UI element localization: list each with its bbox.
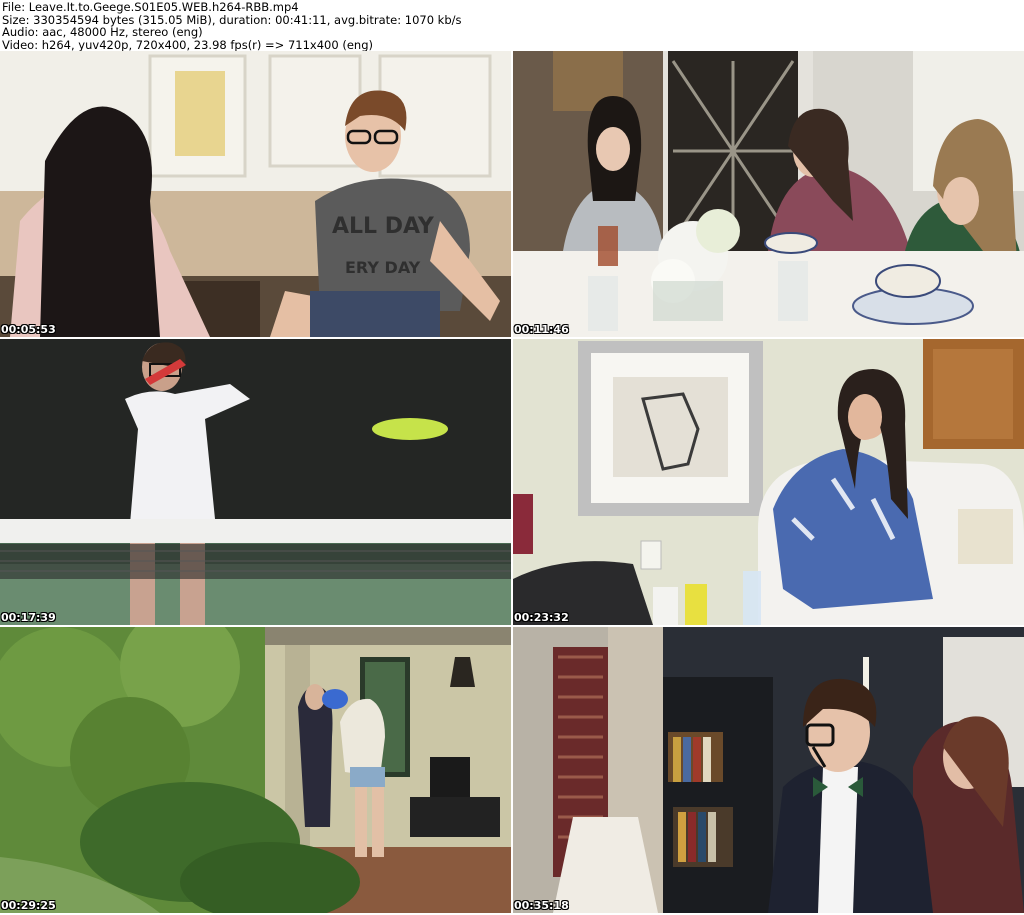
thumbnail-1: ALL DAY ERY DAY 00:05:53 <box>0 51 511 337</box>
thumbnail-4: 00:23:32 <box>513 339 1024 625</box>
kitchen-scene-image: ALL DAY ERY DAY <box>0 51 511 337</box>
thumbnail-5: 00:29:25 <box>0 627 511 913</box>
bookshelf-room-scene-image <box>513 627 1024 913</box>
thumbnail-6: 00:35:18 <box>513 627 1024 913</box>
shirt-text-1: ALL DAY <box>332 214 435 239</box>
living-room-scene-image <box>513 339 1024 625</box>
timestamp-label: 00:05:53 <box>1 323 56 336</box>
video-info-line: Video: h264, yuv420p, 720x400, 23.98 fps… <box>2 37 373 52</box>
timestamp-label: 00:23:32 <box>514 611 569 624</box>
dining-table-scene-image <box>513 51 1024 337</box>
file-name-line: File: Leave.It.to.Geege.S01E05.WEB.h264-… <box>2 0 299 14</box>
timestamp-label: 00:35:18 <box>514 899 569 912</box>
thumbnail-2: 00:11:46 <box>513 51 1024 337</box>
thumbnail-grid: ALL DAY ERY DAY 00:05:53 00:11:46 00:17:… <box>0 51 1024 915</box>
thumbnail-3: 00:17:39 <box>0 339 511 625</box>
garden-porch-scene-image <box>0 627 511 913</box>
timestamp-label: 00:29:25 <box>1 899 56 912</box>
shirt-text-2: ERY DAY <box>345 258 421 277</box>
tennis-scene-image <box>0 339 511 625</box>
timestamp-label: 00:11:46 <box>514 323 569 336</box>
timestamp-label: 00:17:39 <box>1 611 56 624</box>
file-info-header: File: Leave.It.to.Geege.S01E05.WEB.h264-… <box>0 0 1024 51</box>
audio-info-line: Audio: aac, 48000 Hz, stereo (eng) <box>2 25 203 39</box>
